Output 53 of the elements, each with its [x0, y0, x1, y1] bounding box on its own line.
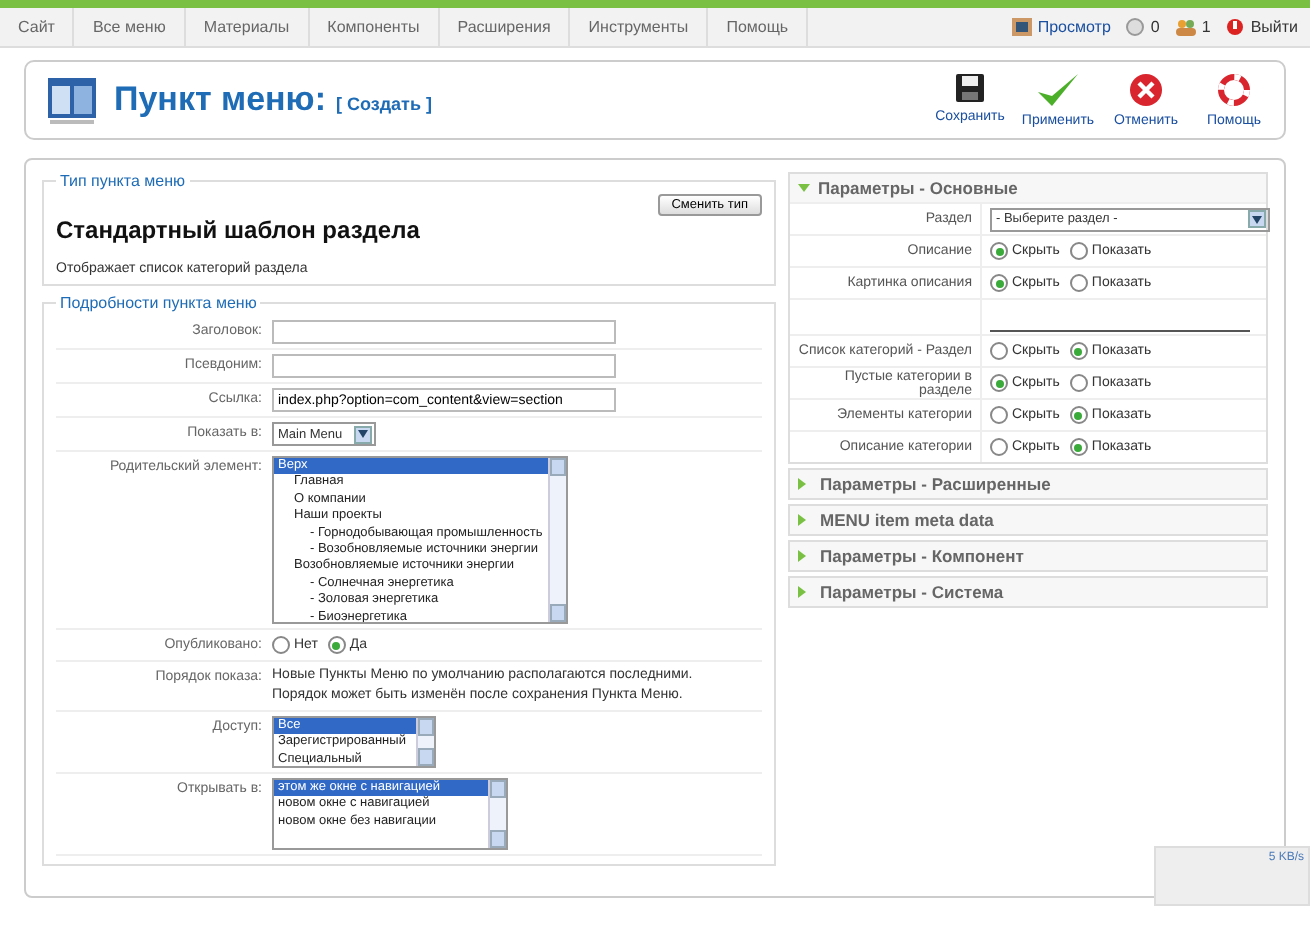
menu-item[interactable]: Материалы [185, 8, 310, 46]
radio-button[interactable] [1069, 274, 1088, 292]
panel-header[interactable]: MENU item meta data [790, 506, 1266, 534]
page-title: Пункт меню: [ Создать ] [114, 80, 432, 120]
users-icon [1175, 18, 1196, 36]
radio-button[interactable] [990, 274, 1008, 292]
menu-item[interactable]: Помощь [708, 8, 809, 46]
status-text: 0 [1150, 18, 1160, 36]
section-legend: Подробности пункта меню [56, 294, 261, 312]
radio-button[interactable] [1069, 242, 1088, 260]
radio-button[interactable] [990, 242, 1008, 260]
radio-button[interactable] [990, 406, 1008, 424]
radio-button[interactable] [1069, 406, 1088, 424]
status-link[interactable]: 1 [1175, 18, 1211, 36]
message-icon [1126, 18, 1145, 36]
lifebuoy-icon [1216, 72, 1252, 108]
menu-item[interactable]: Расширения [439, 8, 571, 46]
radio-button[interactable] [327, 636, 346, 654]
radio-button[interactable] [1069, 342, 1088, 360]
menu-type-title: Стандартный шаблон раздела [56, 216, 420, 244]
menu-item[interactable]: Все меню [74, 8, 186, 46]
scrollbar[interactable] [548, 458, 566, 622]
status-link[interactable]: Выйти [1226, 18, 1298, 36]
dropdown-arrow-icon [1248, 210, 1266, 228]
logout-icon [1226, 18, 1245, 36]
text-field[interactable] [272, 320, 616, 344]
radio-button[interactable] [272, 636, 290, 654]
panel-header[interactable]: Параметры - Компонент [790, 542, 1266, 570]
text-field[interactable] [272, 354, 616, 378]
status-text: Просмотр [1037, 18, 1111, 36]
status-link[interactable]: 0 [1126, 18, 1160, 36]
status-link[interactable]: Просмотр [1011, 18, 1111, 36]
radio-button[interactable] [1069, 374, 1088, 392]
menu-item[interactable]: Сайт [0, 8, 75, 46]
radio-button[interactable] [990, 438, 1008, 456]
checkmark-icon [1036, 72, 1080, 108]
menu-manager-icon [46, 74, 98, 126]
scrollbar[interactable] [488, 780, 506, 848]
radio-button[interactable] [990, 374, 1008, 392]
panel-header[interactable]: Параметры - Основные [790, 174, 1266, 202]
dropdown-arrow-icon [354, 425, 372, 443]
menu-item[interactable]: Инструменты [570, 8, 709, 46]
section-legend: Тип пункта меню [56, 172, 190, 190]
scrollbar[interactable] [416, 718, 434, 766]
panel-header[interactable]: Параметры - Система [790, 578, 1266, 606]
preview-icon [1011, 18, 1032, 36]
status-text: 1 [1201, 18, 1211, 36]
menu-item[interactable]: Компоненты [309, 8, 440, 46]
cancel-icon [1128, 72, 1164, 108]
radio-button[interactable] [990, 342, 1008, 360]
status-text: Выйти [1250, 18, 1298, 36]
radio-button[interactable] [1069, 438, 1088, 456]
panel-header[interactable]: Параметры - Расширенные [790, 470, 1266, 498]
